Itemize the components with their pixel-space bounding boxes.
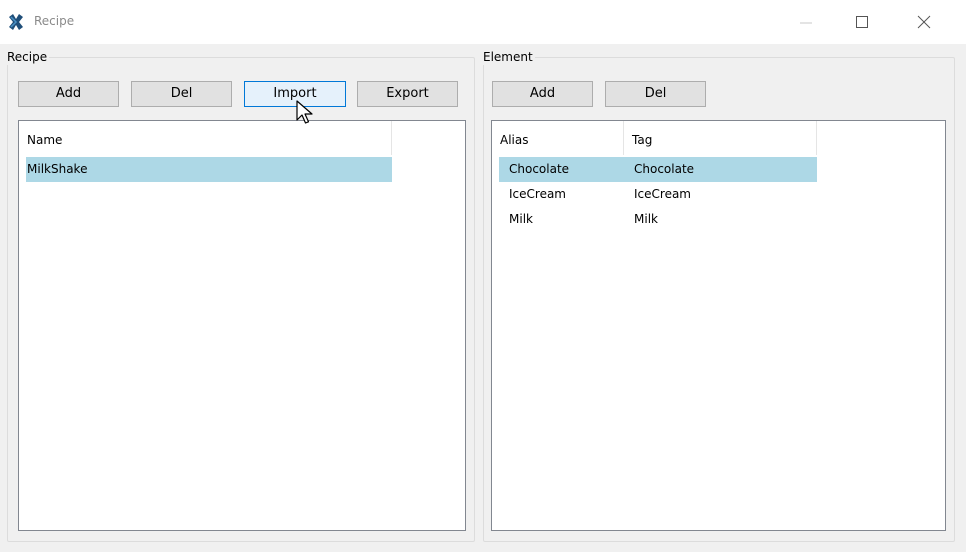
recipe-del-button[interactable]: Del [131, 81, 232, 107]
alias-cell: IceCream [509, 187, 566, 201]
alias-cell: Milk [509, 212, 533, 226]
recipe-list[interactable]: Name MilkShake [18, 120, 466, 531]
element-del-button[interactable]: Del [605, 81, 706, 107]
list-item[interactable]: MilkShake [26, 157, 392, 182]
minimize-button[interactable] [783, 0, 829, 44]
column-header-name[interactable]: Name [19, 121, 392, 155]
element-list-header: Alias Tag [492, 121, 945, 155]
tag-cell: IceCream [634, 187, 691, 201]
tag-cell: Chocolate [634, 162, 695, 176]
export-button[interactable]: Export [357, 81, 458, 107]
table-row[interactable]: Milk Milk [499, 207, 817, 232]
element-add-button[interactable]: Add [492, 81, 593, 107]
close-icon [917, 15, 931, 29]
element-list[interactable]: Alias Tag Chocolate Chocolate IceCream I… [491, 120, 946, 531]
column-header-tag[interactable]: Tag [624, 121, 817, 155]
recipe-add-button[interactable]: Add [18, 81, 119, 107]
tool-x-icon [9, 14, 23, 30]
minimize-icon [800, 22, 812, 24]
element-group-title: Element [482, 49, 535, 65]
recipe-name-cell: MilkShake [27, 162, 88, 176]
recipe-group-title: Recipe [6, 49, 50, 65]
alias-cell: Chocolate [509, 162, 570, 176]
recipe-list-header: Name [19, 121, 465, 155]
table-row[interactable]: Chocolate Chocolate [499, 157, 817, 182]
tag-cell: Milk [634, 212, 658, 226]
maximize-button[interactable] [839, 0, 885, 44]
table-row[interactable]: IceCream IceCream [499, 182, 817, 207]
column-header-alias[interactable]: Alias [492, 121, 624, 155]
close-button[interactable] [901, 0, 947, 44]
window-title: Recipe [34, 14, 75, 28]
maximize-icon [856, 16, 868, 28]
import-button[interactable]: Import [244, 81, 346, 107]
title-bar: Recipe [0, 0, 966, 44]
